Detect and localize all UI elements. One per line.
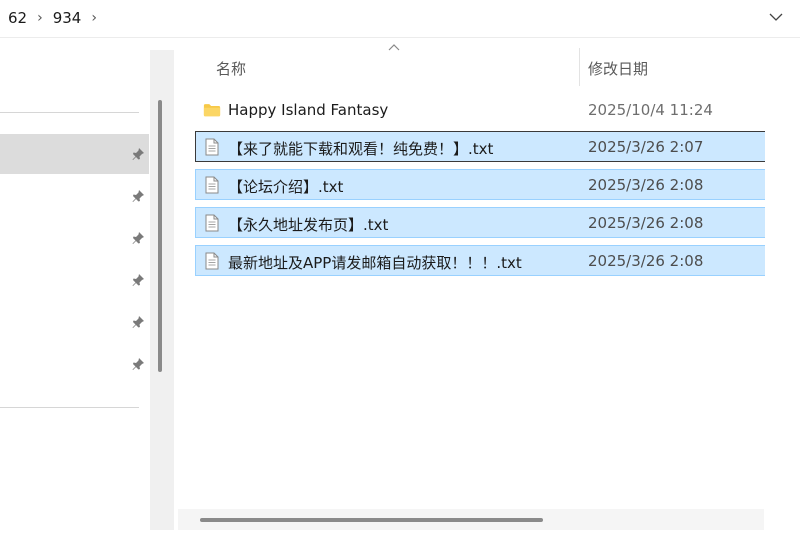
folder-icon: [203, 101, 221, 119]
column-header-date[interactable]: 修改日期: [588, 58, 648, 79]
sort-ascending-icon: [387, 42, 401, 52]
file-date: 2025/3/26 2:07: [588, 138, 704, 156]
file-name: Happy Island Fantasy: [228, 101, 389, 119]
breadcrumb-item-934[interactable]: 934: [51, 9, 84, 27]
column-divider[interactable]: [579, 48, 580, 86]
nav-scrollbar[interactable]: [150, 50, 174, 530]
nav-divider: [0, 407, 139, 408]
file-row[interactable]: 【论坛介绍】.txt 2025/3/26 2:08: [195, 169, 765, 200]
text-file-icon: [203, 252, 221, 270]
pin-icon[interactable]: [130, 314, 146, 330]
file-list: 名称 修改日期 Happy Island Fantasy 2025/10/4 1…: [174, 38, 765, 530]
file-date: 2025/10/4 11:24: [588, 101, 713, 119]
file-date: 2025/3/26 2:08: [588, 252, 704, 270]
pin-icon[interactable]: [130, 356, 146, 372]
file-row[interactable]: 最新地址及APP请发邮箱自动获取！！！.txt 2025/3/26 2:08: [195, 245, 765, 276]
pin-icon[interactable]: [130, 188, 146, 204]
file-date: 2025/3/26 2:08: [588, 214, 704, 232]
window-bottom: [0, 530, 800, 559]
file-name: 最新地址及APP请发邮箱自动获取！！！.txt: [228, 254, 522, 272]
pin-icon[interactable]: [130, 272, 146, 288]
file-row[interactable]: 【永久地址发布页】.txt 2025/3/26 2:08: [195, 207, 765, 238]
chevron-down-icon: [769, 13, 783, 21]
horizontal-scrollbar-thumb[interactable]: [200, 518, 543, 522]
file-date: 2025/3/26 2:08: [588, 176, 704, 194]
nav-item-pinned-3[interactable]: [0, 218, 149, 258]
pin-icon[interactable]: [130, 146, 146, 162]
address-bar: 62 › 934 ›: [0, 0, 800, 38]
nav-item-pinned-5[interactable]: [0, 302, 149, 342]
file-name: 【永久地址发布页】.txt: [228, 216, 389, 234]
nav-item-pinned-6[interactable]: [0, 344, 149, 384]
chevron-right-icon[interactable]: ›: [91, 10, 97, 26]
horizontal-scrollbar[interactable]: [178, 509, 764, 530]
file-row[interactable]: Happy Island Fantasy 2025/10/4 11:24: [195, 94, 765, 125]
breadcrumb-item-62[interactable]: 62: [6, 9, 29, 27]
column-header-name[interactable]: 名称: [216, 58, 246, 79]
navigation-pane: [0, 38, 150, 559]
pin-icon[interactable]: [130, 230, 146, 246]
file-name: 【论坛介绍】.txt: [228, 178, 344, 196]
nav-item-pinned-4[interactable]: [0, 260, 149, 300]
file-name: 【来了就能下载和观看！纯免费！】.txt: [228, 140, 494, 158]
text-file-icon: [203, 214, 221, 232]
text-file-icon: [203, 138, 221, 156]
column-header-row: 名称 修改日期: [174, 38, 764, 90]
text-file-icon: [203, 176, 221, 194]
nav-item-pinned-1[interactable]: [0, 134, 149, 174]
nav-divider: [0, 112, 139, 113]
address-history-button[interactable]: [764, 6, 788, 28]
breadcrumb: 62 › 934 ›: [6, 8, 105, 28]
file-row[interactable]: 【来了就能下载和观看！纯免费！】.txt 2025/3/26 2:07: [195, 131, 765, 162]
chevron-right-icon[interactable]: ›: [37, 10, 43, 26]
nav-item-pinned-2[interactable]: [0, 176, 149, 216]
nav-scrollbar-thumb[interactable]: [158, 100, 162, 372]
